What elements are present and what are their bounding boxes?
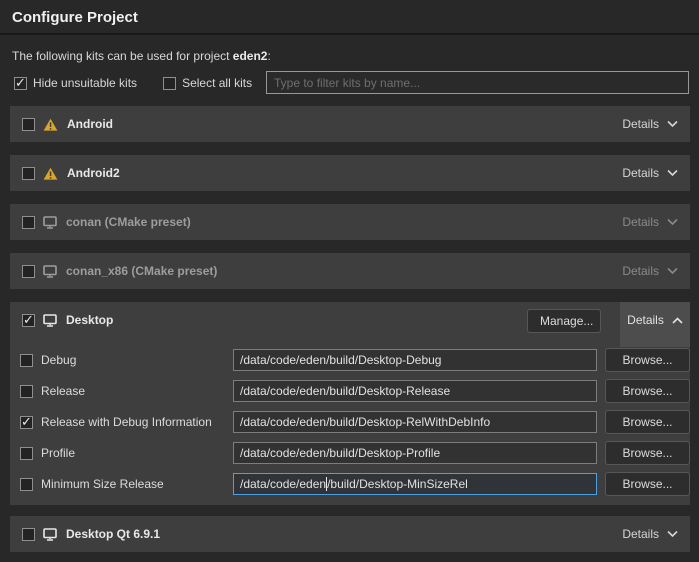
build-config-checkbox[interactable] <box>20 447 33 460</box>
build-config-label: Profile <box>41 446 75 460</box>
browse-button[interactable]: Browse... <box>605 410 690 434</box>
kit-name: Android2 <box>67 166 120 180</box>
build-config-row-debug: Debug Browse... <box>10 348 690 372</box>
build-dir-input-focused[interactable]: /data/code/eden/build/Desktop-MinSizeRel <box>233 473 597 495</box>
project-name: eden2 <box>233 49 268 63</box>
build-config-row-minsizerel: Minimum Size Release /data/code/eden/bui… <box>10 472 690 496</box>
chevron-down-icon <box>667 218 678 226</box>
kit-row-conan[interactable]: conan (CMake preset) Details <box>10 204 690 240</box>
checkbox-icon[interactable] <box>163 77 176 90</box>
details-toggle[interactable]: Details <box>622 527 678 541</box>
build-config-row-relwithdebinfo: Release with Debug Information Browse... <box>10 410 690 434</box>
desktop-icon <box>43 528 57 541</box>
kits-description: The following kits can be used for proje… <box>12 49 271 63</box>
hide-unsuitable-kits-checkbox[interactable]: Hide unsuitable kits <box>14 76 137 90</box>
kit-checkbox[interactable] <box>22 314 35 327</box>
kit-name: Android <box>67 117 113 131</box>
details-toggle[interactable]: Details <box>622 215 678 229</box>
page-title: Configure Project <box>12 9 138 26</box>
browse-button[interactable]: Browse... <box>605 441 690 465</box>
kit-row-desktop-qt-691[interactable]: Desktop Qt 6.9.1 Details <box>10 516 690 552</box>
kit-name: Desktop Qt 6.9.1 <box>66 527 160 541</box>
details-label: Details <box>622 215 659 229</box>
select-all-kits-label: Select all kits <box>182 76 252 90</box>
checkbox-icon[interactable] <box>14 77 27 90</box>
build-config-label: Release <box>41 384 85 398</box>
kit-checkbox[interactable] <box>22 118 35 131</box>
warning-icon <box>43 118 58 131</box>
chevron-down-icon <box>667 530 678 538</box>
details-toggle[interactable]: Details <box>622 117 678 131</box>
details-toggle[interactable]: Details <box>622 264 678 278</box>
details-label: Details <box>622 166 659 180</box>
description-suffix: : <box>267 49 270 63</box>
kit-row-conan-x86[interactable]: conan_x86 (CMake preset) Details <box>10 253 690 289</box>
build-dir-input[interactable] <box>233 380 597 402</box>
chevron-down-icon <box>667 120 678 128</box>
kit-section-desktop: Desktop Manage... Details Debug Browse..… <box>10 302 690 505</box>
kit-filter-input[interactable] <box>266 71 689 94</box>
kit-name: conan_x86 (CMake preset) <box>66 264 217 278</box>
select-all-kits-checkbox[interactable]: Select all kits <box>163 76 252 90</box>
desktop-icon <box>43 265 57 278</box>
details-button[interactable]: Details <box>627 313 683 347</box>
build-config-label: Minimum Size Release <box>41 477 164 491</box>
build-config-checkbox[interactable] <box>20 354 33 367</box>
warning-icon <box>43 167 58 180</box>
kit-checkbox[interactable] <box>22 167 35 180</box>
desktop-icon <box>43 216 57 229</box>
kit-name: Desktop <box>66 313 113 327</box>
kit-row-android2[interactable]: Android2 Details <box>10 155 690 191</box>
details-toggle-expanded[interactable]: Details <box>620 302 690 347</box>
desktop-icon <box>43 314 57 327</box>
build-config-label: Debug <box>41 353 76 367</box>
chevron-down-icon <box>667 267 678 275</box>
build-config-checkbox[interactable] <box>20 385 33 398</box>
build-dir-input[interactable] <box>233 411 597 433</box>
details-label: Details <box>622 527 659 541</box>
chevron-down-icon <box>667 169 678 177</box>
build-config-row-release: Release Browse... <box>10 379 690 403</box>
description-prefix: The following kits can be used for proje… <box>12 49 233 63</box>
path-text-after-caret: /build/Desktop-MinSizeRel <box>327 477 468 491</box>
build-dir-input[interactable] <box>233 442 597 464</box>
kit-checkbox[interactable] <box>22 265 35 278</box>
build-dir-input[interactable] <box>233 349 597 371</box>
kit-name: conan (CMake preset) <box>66 215 191 229</box>
chevron-up-icon <box>672 317 683 325</box>
browse-button[interactable]: Browse... <box>605 379 690 403</box>
kit-checkbox[interactable] <box>22 528 35 541</box>
filter-bar: Hide unsuitable kits Select all kits <box>14 72 272 94</box>
kit-checkbox[interactable] <box>22 216 35 229</box>
manage-kits-button[interactable]: Manage... <box>527 309 601 333</box>
build-config-row-profile: Profile Browse... <box>10 441 690 465</box>
details-label: Details <box>622 264 659 278</box>
details-label: Details <box>622 117 659 131</box>
details-label: Details <box>627 313 664 327</box>
build-config-checkbox[interactable] <box>20 478 33 491</box>
browse-button[interactable]: Browse... <box>605 472 690 496</box>
title-separator <box>0 33 699 35</box>
path-text-before-caret: /data/code/eden <box>240 477 326 491</box>
details-toggle[interactable]: Details <box>622 166 678 180</box>
build-config-checkbox[interactable] <box>20 416 33 429</box>
kit-row-android[interactable]: Android Details <box>10 106 690 142</box>
browse-button[interactable]: Browse... <box>605 348 690 372</box>
hide-unsuitable-kits-label: Hide unsuitable kits <box>33 76 137 90</box>
build-config-label: Release with Debug Information <box>41 415 212 429</box>
